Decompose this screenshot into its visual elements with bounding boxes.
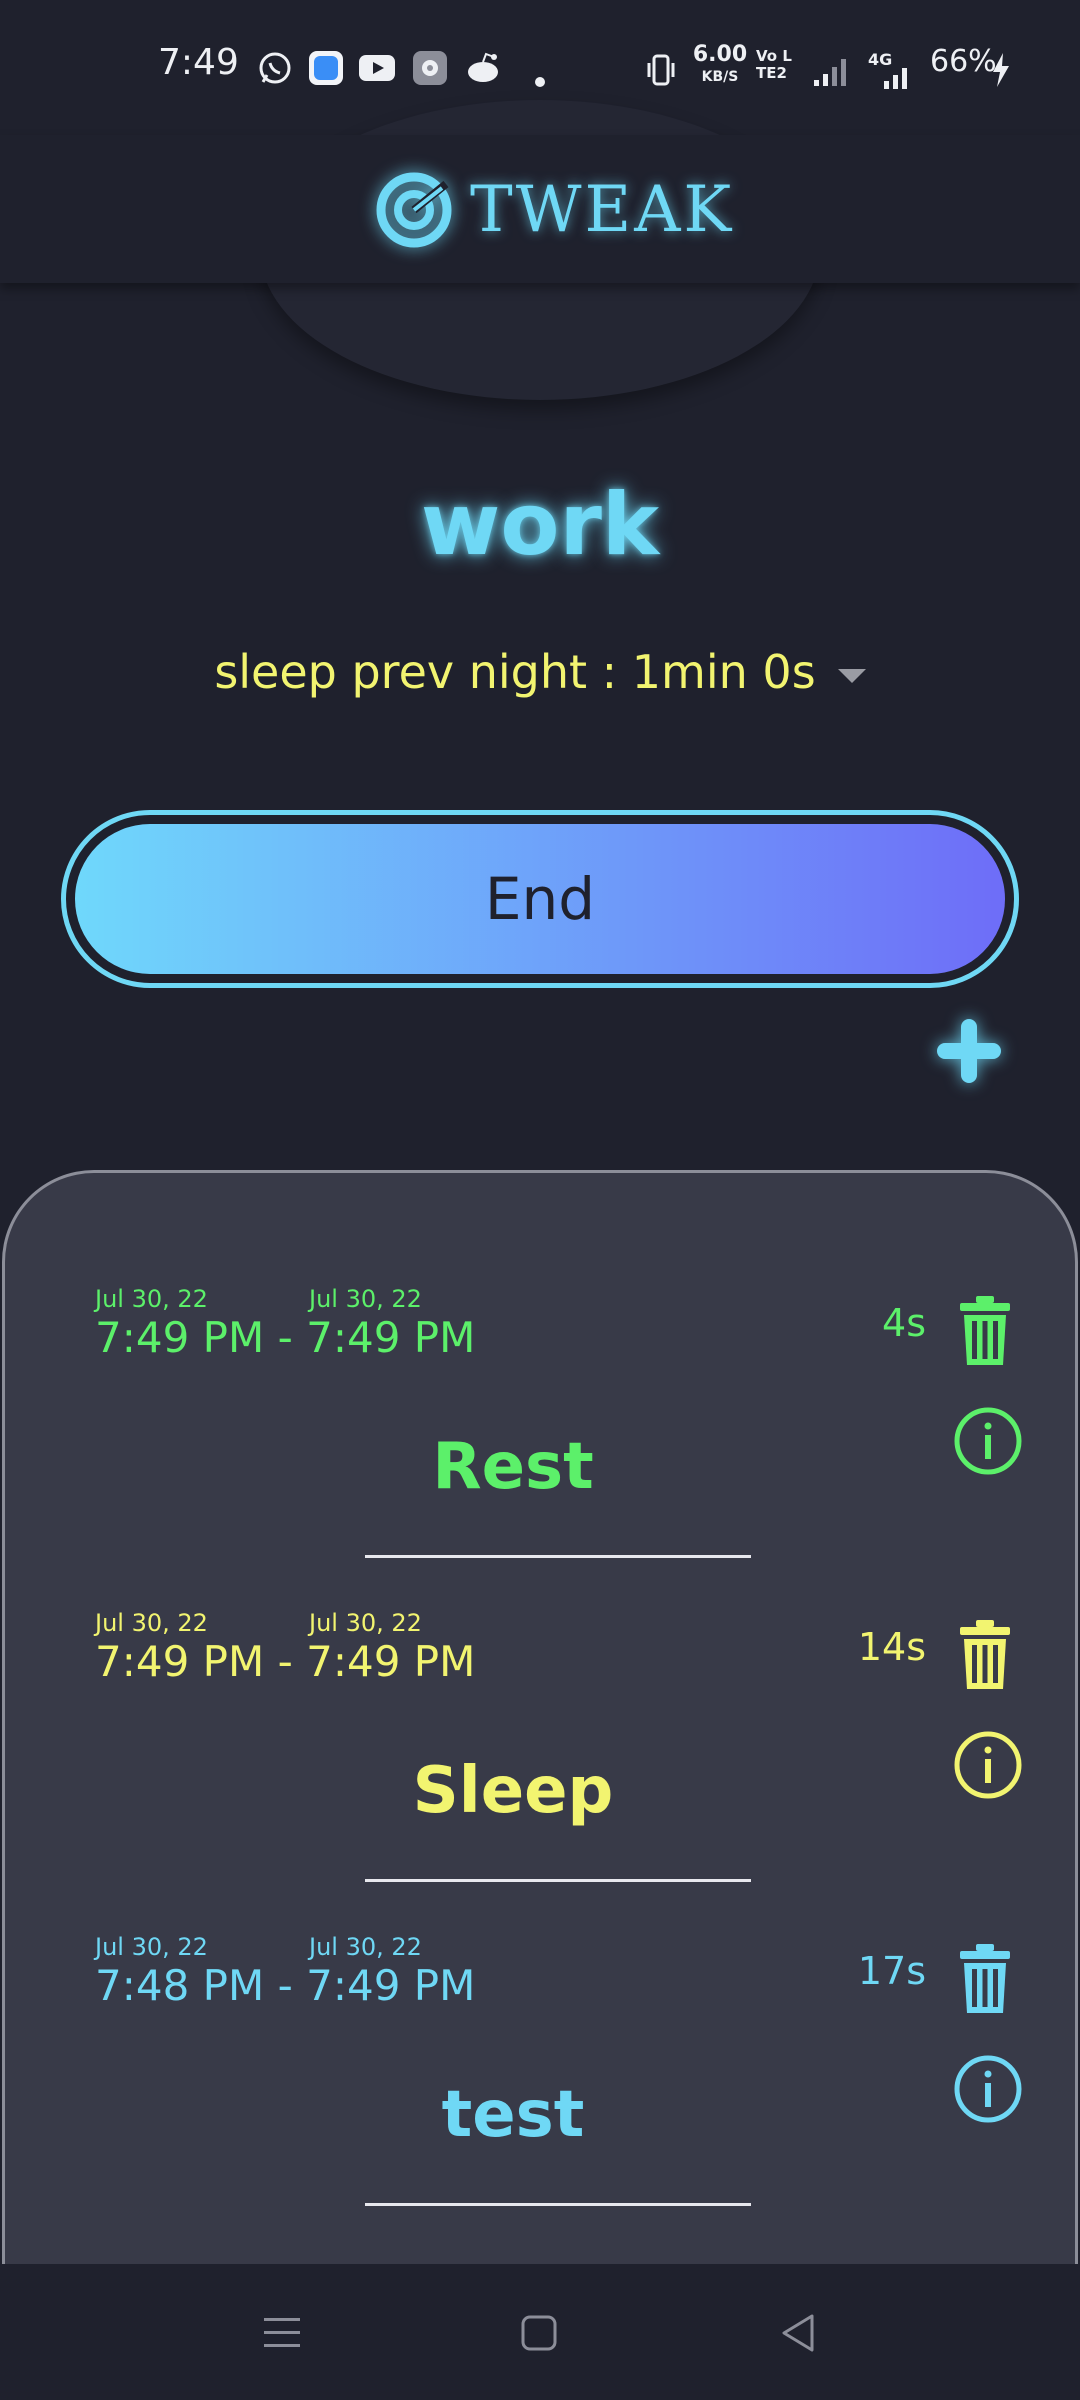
history-entry: Jul 30, 22 Jul 30, 22 7:49 PM - 7:49 PM … xyxy=(5,1173,1075,1558)
end-time: 7:49 PM xyxy=(306,1961,476,2010)
entry-divider xyxy=(365,2203,751,2206)
signal-icon-2 xyxy=(884,68,907,89)
status-time: 7:49 xyxy=(158,42,239,83)
start-date: Jul 30, 22 xyxy=(95,1609,208,1637)
time-separator: - xyxy=(277,1637,293,1686)
app-logo: TWEAK xyxy=(376,160,734,260)
app-header: TWEAK xyxy=(0,135,1080,283)
history-entry: Jul 30, 22 Jul 30, 22 7:49 PM - 7:49 PM … xyxy=(5,1497,1075,1882)
sleep-summary-text: sleep prev night : 1min 0s xyxy=(214,645,816,699)
battery-percent: 66% xyxy=(930,44,997,79)
trash-icon[interactable] xyxy=(958,1943,1012,2015)
sleep-summary-dropdown[interactable]: sleep prev night : 1min 0s xyxy=(0,645,1080,699)
history-entry: Jul 30, 22 Jul 30, 22 7:48 PM - 7:49 PM … xyxy=(5,1821,1075,2206)
whatsapp-icon xyxy=(259,52,291,84)
duration: 17s xyxy=(857,1949,926,1993)
end-button[interactable]: End xyxy=(75,824,1005,974)
youtube-icon xyxy=(359,55,395,81)
start-date: Jul 30, 22 xyxy=(95,1933,208,1961)
end-date: Jul 30, 22 xyxy=(309,1933,422,1961)
trash-icon[interactable] xyxy=(958,1619,1012,1691)
start-time: 7:48 PM xyxy=(95,1961,265,2010)
entry-activity-name: Sleep xyxy=(412,1754,614,1828)
reddit-icon xyxy=(468,52,498,82)
menu-icon[interactable] xyxy=(262,2314,302,2352)
start-date: Jul 30, 22 xyxy=(95,1285,208,1313)
end-date: Jul 30, 22 xyxy=(309,1285,422,1313)
duration: 14s xyxy=(857,1625,926,1669)
end-time: 7:49 PM xyxy=(306,1637,476,1686)
start-time: 7:49 PM xyxy=(95,1313,265,1362)
trash-icon[interactable] xyxy=(958,1295,1012,1367)
time-range: 7:49 PM - 7:49 PM xyxy=(95,1637,475,1686)
current-activity-name: work xyxy=(420,475,660,575)
entry-activity-name: Rest xyxy=(432,1430,594,1504)
start-time: 7:49 PM xyxy=(95,1637,265,1686)
system-nav-bar xyxy=(0,2264,1080,2400)
vibrate-icon xyxy=(647,54,675,86)
app-title: TWEAK xyxy=(470,173,735,247)
files-icon xyxy=(309,51,343,85)
end-date: Jul 30, 22 xyxy=(309,1609,422,1637)
home-icon[interactable] xyxy=(520,2314,558,2352)
time-separator: - xyxy=(277,1961,293,2010)
net-speed: 6.00 KB/S xyxy=(692,42,748,86)
duration: 4s xyxy=(882,1301,926,1345)
end-time: 7:49 PM xyxy=(306,1313,476,1362)
entry-activity-name: test xyxy=(441,2078,585,2152)
history-panel: Jul 30, 22 Jul 30, 22 7:49 PM - 7:49 PM … xyxy=(2,1170,1078,2264)
settings-icon xyxy=(413,51,447,85)
add-icon[interactable] xyxy=(933,1015,1005,1087)
target-logo-icon xyxy=(376,172,452,248)
back-icon[interactable] xyxy=(778,2312,818,2354)
signal-icon xyxy=(814,59,846,86)
end-button-frame: End xyxy=(61,810,1019,988)
time-range: 7:49 PM - 7:49 PM xyxy=(95,1313,475,1362)
time-separator: - xyxy=(277,1313,293,1362)
chevron-down-icon xyxy=(837,668,866,683)
dot-icon xyxy=(535,77,545,87)
volte-indicator: Vo LTE2 xyxy=(756,47,792,82)
charging-icon xyxy=(993,53,1009,87)
time-range: 7:48 PM - 7:49 PM xyxy=(95,1961,475,2010)
